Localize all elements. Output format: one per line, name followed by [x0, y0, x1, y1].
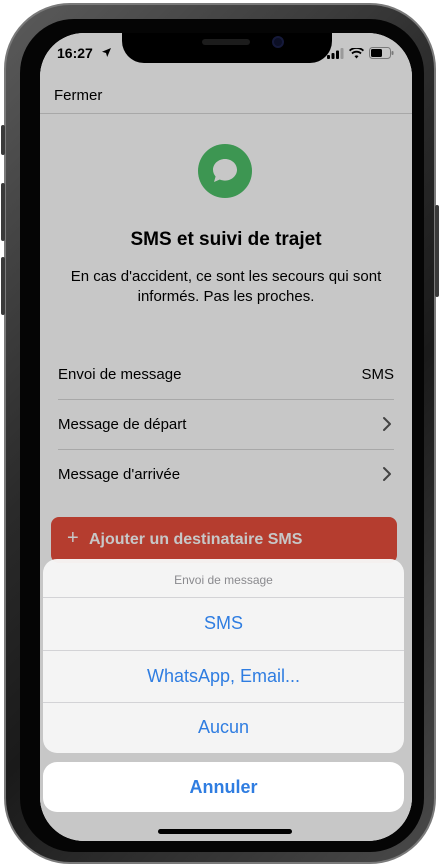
- silent-switch: [1, 125, 5, 155]
- action-sheet-title: Envoi de message: [174, 573, 273, 587]
- cancel-button[interactable]: Annuler: [43, 762, 404, 812]
- battery-icon: [369, 47, 394, 59]
- volume-down-button: [1, 257, 5, 315]
- front-camera: [272, 36, 284, 48]
- screen: Fermer SMS et suivi de trajet En cas d'a…: [40, 33, 412, 841]
- option-none[interactable]: Aucun: [43, 702, 404, 753]
- wifi-icon: [349, 47, 364, 58]
- notch: [122, 33, 332, 63]
- home-indicator[interactable]: [158, 829, 292, 834]
- option-whatsapp-email[interactable]: WhatsApp, Email...: [43, 651, 404, 703]
- status-time: 16:27: [57, 45, 93, 61]
- volume-up-button: [1, 183, 5, 241]
- location-arrow-icon: [102, 48, 111, 57]
- message-mode-action-sheet: Envoi de message SMS WhatsApp, Email... …: [43, 559, 404, 753]
- option-sms[interactable]: SMS: [43, 598, 404, 650]
- phone-frame: Fermer SMS et suivi de trajet En cas d'a…: [1, 3, 439, 864]
- speaker-grille: [202, 39, 250, 45]
- power-button: [435, 205, 439, 297]
